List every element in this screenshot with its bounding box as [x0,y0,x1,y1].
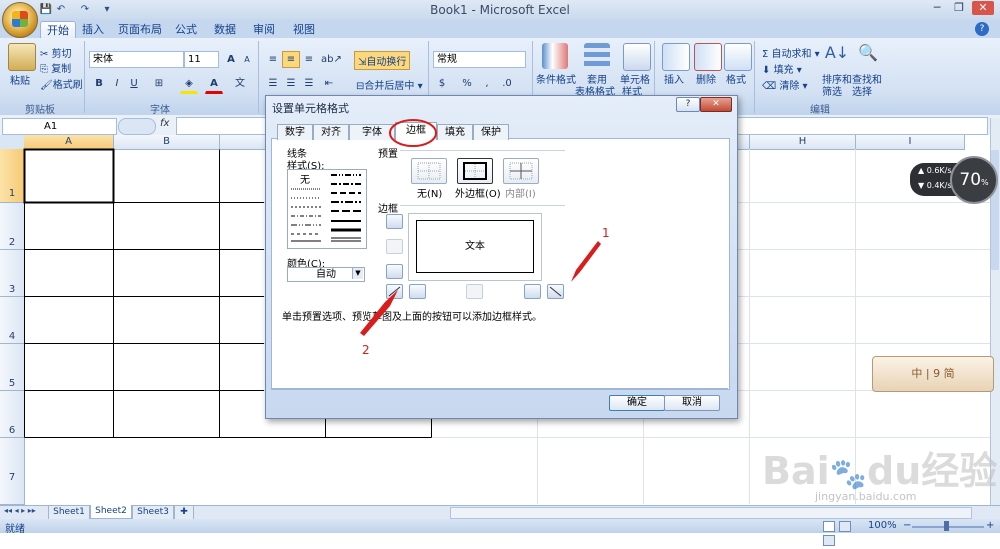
tutorial-annotations [360,119,601,336]
office-button[interactable] [2,2,38,38]
office-logo-icon [12,11,28,27]
annotation-number-2: 2 [362,343,370,357]
highlight-ellipse [389,119,437,147]
annotation-number-1: 1 [602,226,610,240]
arrow-1 [571,241,601,282]
arrow-2 [360,290,398,336]
